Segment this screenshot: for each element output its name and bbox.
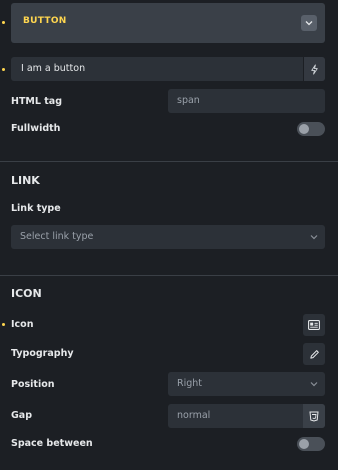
divider: [0, 161, 338, 162]
pencil-icon: [309, 349, 319, 359]
toggle-knob: [299, 124, 309, 134]
icon-picker-button[interactable]: [303, 314, 325, 336]
html-tag-input[interactable]: span: [168, 89, 325, 113]
typography-edit-button[interactable]: [303, 343, 325, 365]
chevron-down-icon: [309, 232, 319, 245]
fullwidth-toggle[interactable]: [297, 122, 325, 136]
gap-value: normal: [177, 410, 211, 421]
position-select[interactable]: Right: [168, 372, 325, 396]
space-between-toggle[interactable]: [297, 437, 325, 451]
link-type-placeholder: Select link type: [20, 231, 94, 242]
toggle-knob: [299, 439, 309, 449]
modified-indicator: [2, 21, 5, 24]
gap-input[interactable]: normal: [168, 404, 325, 428]
link-section-title: LINK: [11, 174, 40, 187]
link-type-select[interactable]: Select link type: [11, 225, 325, 249]
section-header-button[interactable]: BUTTON: [11, 3, 325, 43]
html-tag-label: HTML tag: [11, 96, 62, 107]
icon-label: Icon: [11, 319, 34, 330]
header-title: BUTTON: [23, 16, 67, 26]
button-text-value: I am a button: [21, 63, 86, 74]
chevron-down-icon[interactable]: [301, 15, 317, 31]
chevron-down-icon: [309, 379, 319, 392]
html-tag-value: span: [177, 95, 200, 106]
css-unit-icon[interactable]: [303, 404, 325, 428]
link-type-label: Link type: [11, 203, 61, 214]
button-text-input[interactable]: I am a button: [11, 57, 325, 81]
typography-label: Typography: [11, 348, 74, 359]
modified-indicator: [2, 68, 5, 71]
modified-indicator: [2, 323, 5, 326]
fullwidth-label: Fullwidth: [11, 123, 61, 134]
space-between-label: Space between: [11, 438, 93, 449]
position-label: Position: [11, 379, 55, 390]
icon-section-title: ICON: [11, 287, 42, 300]
divider: [0, 275, 338, 276]
gap-label: Gap: [11, 410, 33, 421]
id-card-icon: [308, 320, 320, 330]
position-value: Right: [177, 378, 203, 389]
dynamic-data-icon[interactable]: [303, 57, 325, 81]
